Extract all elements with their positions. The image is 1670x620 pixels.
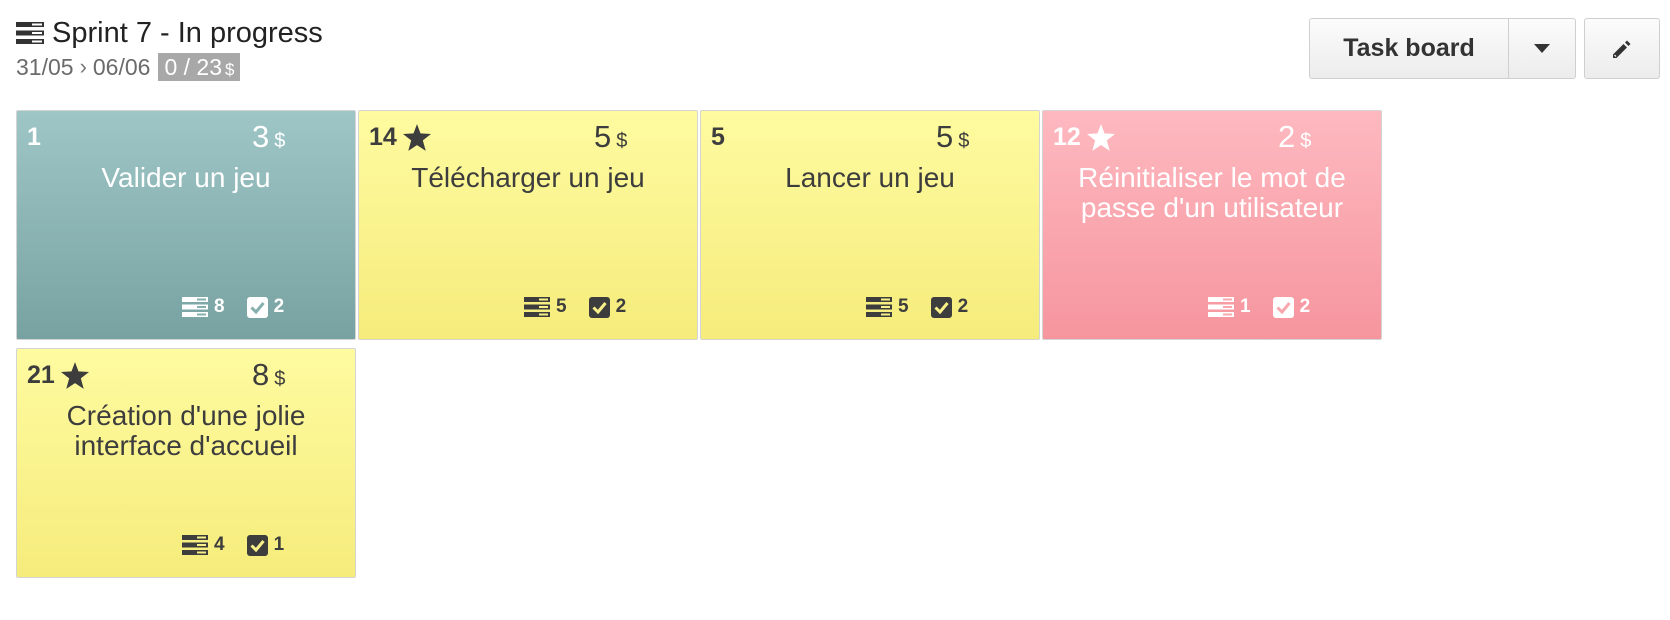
acceptance-count: 2 xyxy=(957,296,969,317)
star-icon[interactable] xyxy=(402,124,431,151)
story-counters: 5 2 xyxy=(524,296,626,318)
story-id: 12 xyxy=(1053,123,1081,151)
sprint-start-date: 31/05 xyxy=(16,53,74,80)
star-icon[interactable] xyxy=(60,362,89,389)
sprint-header: Sprint 7 - In progress 31/05 › 06/06 0 /… xyxy=(16,14,323,82)
tasks-icon xyxy=(182,297,208,317)
story-name: Lancer un jeu xyxy=(785,162,955,193)
sprint-end-date: 06/06 xyxy=(92,53,151,80)
story-points-row: 5 $ xyxy=(936,119,969,155)
tasks-icon xyxy=(524,297,550,317)
task-board-button[interactable]: Task board xyxy=(1309,18,1509,79)
story-id-row: 1 xyxy=(27,123,41,152)
story-name: Réinitialiser le mot de passe d'un utili… xyxy=(1078,162,1346,223)
story-card-14[interactable]: 14 5 $ Télécharger un jeu 5 2 xyxy=(358,110,698,340)
checkbox-icon xyxy=(588,296,610,318)
currency-symbol: $ xyxy=(274,368,286,390)
story-id: 5 xyxy=(711,123,725,151)
tasks-count: 5 xyxy=(556,296,567,317)
story-id: 14 xyxy=(369,123,397,151)
story-id-row: 5 xyxy=(711,123,725,152)
story-points: 5 xyxy=(936,119,954,154)
currency-symbol: $ xyxy=(616,130,628,152)
sprint-dates: 31/05 › 06/06 0 / 23 $ xyxy=(16,52,323,82)
acceptance-count: 1 xyxy=(273,534,285,555)
story-id-row: 21 xyxy=(27,361,89,390)
sprint-title-row: Sprint 7 - In progress xyxy=(16,14,323,52)
tasks-icon xyxy=(1208,297,1234,317)
tasks-count: 1 xyxy=(1240,296,1251,317)
currency-symbol: $ xyxy=(225,60,235,79)
sprint-progress-badge: 0 / 23 $ xyxy=(158,53,241,81)
story-counters: 8 2 xyxy=(182,296,284,318)
checkbox-icon xyxy=(1272,296,1294,318)
acceptance-count: 2 xyxy=(615,296,627,317)
tasks-icon xyxy=(182,535,208,555)
story-id: 1 xyxy=(27,123,41,151)
story-card-12[interactable]: 12 2 $ Réinitialiser le mot de passe d'un… xyxy=(1042,110,1382,340)
checkbox-icon xyxy=(246,296,268,318)
story-id-row: 14 xyxy=(369,123,431,152)
currency-symbol: $ xyxy=(274,130,286,152)
sprint-progress-value: 0 / 23 xyxy=(164,54,222,80)
story-name: Télécharger un jeu xyxy=(411,162,645,193)
list-icon xyxy=(16,22,44,44)
caret-down-icon xyxy=(1534,44,1550,53)
tasks-icon xyxy=(866,297,892,317)
tasks-count: 4 xyxy=(214,534,225,555)
edit-button[interactable] xyxy=(1584,18,1660,79)
currency-symbol: $ xyxy=(958,130,970,152)
story-points: 3 xyxy=(252,119,270,154)
sprint-title: Sprint 7 - In progress xyxy=(52,16,323,49)
story-points-row: 8 $ xyxy=(252,357,285,393)
story-counters: 4 1 xyxy=(182,534,284,556)
currency-symbol: $ xyxy=(1300,130,1312,152)
story-id-row: 12 xyxy=(1053,123,1115,152)
checkbox-icon xyxy=(246,534,268,556)
chevron-right-icon: › xyxy=(79,54,87,79)
view-dropdown-button[interactable] xyxy=(1508,18,1576,79)
story-card-21[interactable]: 21 8 $ Création d'une jolie interface d'a… xyxy=(16,348,356,578)
story-name: Création d'une jolie interface d'accueil xyxy=(66,400,306,461)
story-points-row: 2 $ xyxy=(1278,119,1311,155)
star-icon[interactable] xyxy=(1086,124,1115,151)
story-points: 8 xyxy=(252,357,270,392)
story-points: 5 xyxy=(594,119,612,154)
story-card-1[interactable]: 1 3 $ Valider un jeu 8 2 xyxy=(16,110,356,340)
story-card-5[interactable]: 5 5 $ Lancer un jeu 5 2 xyxy=(700,110,1040,340)
story-name: Valider un jeu xyxy=(101,162,271,193)
story-counters: 5 2 xyxy=(866,296,968,318)
story-id: 21 xyxy=(27,361,55,389)
story-points-row: 3 $ xyxy=(252,119,285,155)
tasks-count: 8 xyxy=(214,296,225,317)
story-counters: 1 2 xyxy=(1208,296,1310,318)
tasks-count: 5 xyxy=(898,296,909,317)
pencil-icon xyxy=(1613,40,1631,58)
acceptance-count: 2 xyxy=(1299,296,1311,317)
checkbox-icon xyxy=(930,296,952,318)
story-points: 2 xyxy=(1278,119,1296,154)
task-board-label: Task board xyxy=(1343,34,1475,62)
acceptance-count: 2 xyxy=(273,296,285,317)
story-points-row: 5 $ xyxy=(594,119,627,155)
